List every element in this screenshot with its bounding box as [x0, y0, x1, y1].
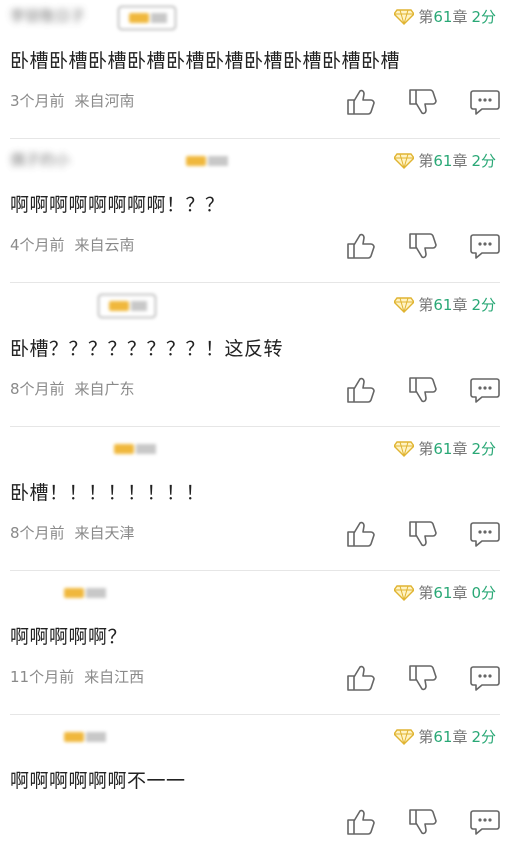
score: 2分 — [471, 440, 496, 458]
comment-text: 卧槽！！！！！！！！ — [10, 482, 206, 504]
chapter-label: 第61章 — [418, 584, 468, 602]
chapter-score: 第61章 2分 — [393, 150, 496, 171]
comment-item[interactable]: 偶子的小 第61章 2分 啊啊啊啊啊啊啊啊！？？ 4个月前 来自云南 — [0, 138, 526, 282]
comment-location: 来自广东 — [74, 380, 135, 398]
thumbs-up-icon[interactable] — [346, 88, 376, 116]
thumbs-up-icon[interactable] — [346, 808, 376, 836]
comment-text: 啊啊啊啊啊啊不一一 — [10, 770, 186, 792]
comment-bubble-icon[interactable] — [470, 808, 500, 836]
comment-item[interactable]: 第61章 2分 卧槽？？？？？？？？！这反转 8个月前 来自广东 — [0, 282, 526, 426]
comment-footer: 11个月前 来自江西 — [10, 666, 144, 687]
thumbs-down-icon[interactable] — [408, 520, 438, 548]
user-level-badge — [54, 726, 114, 748]
thumbs-up-icon[interactable] — [346, 232, 376, 260]
comment-location: 来自河南 — [74, 92, 135, 110]
comment-text: 卧槽卧槽卧槽卧槽卧槽卧槽卧槽卧槽卧槽卧槽 — [10, 50, 401, 72]
score: 0分 — [471, 584, 496, 602]
comment-footer: 8个月前 来自天津 — [10, 522, 135, 543]
user-level-badge — [118, 6, 176, 30]
diamond-gem-icon — [393, 728, 416, 745]
diamond-gem-icon — [393, 296, 416, 313]
comment-time: 8个月前 — [10, 380, 65, 398]
username[interactable]: 李锁敬日子 — [10, 5, 85, 27]
diamond-gem-icon — [393, 440, 416, 457]
chapter-score: 第61章 2分 — [393, 726, 496, 747]
comment-time: 4个月前 — [10, 236, 65, 254]
comment-bubble-icon[interactable] — [470, 520, 500, 548]
comment-location: 来自云南 — [74, 236, 135, 254]
comment-location: 来自江西 — [84, 668, 145, 686]
comment-footer: 4个月前 来自云南 — [10, 234, 135, 255]
chapter-score: 第61章 0分 — [393, 582, 496, 603]
user-level-badge — [104, 438, 164, 460]
thumbs-down-icon[interactable] — [408, 376, 438, 404]
username[interactable]: 偶子的小 — [10, 149, 70, 171]
thumbs-up-icon[interactable] — [346, 664, 376, 692]
comment-bubble-icon[interactable] — [470, 88, 500, 116]
comment-item[interactable]: 第61章 0分 啊啊啊啊啊？ 11个月前 来自江西 — [0, 570, 526, 714]
comment-item[interactable]: 第61章 2分 卧槽！！！！！！！！ 8个月前 来自天津 — [0, 426, 526, 570]
comment-time: 8个月前 — [10, 524, 65, 542]
thumbs-up-icon[interactable] — [346, 520, 376, 548]
comment-footer: 3个月前 来自河南 — [10, 90, 135, 111]
score: 2分 — [471, 728, 496, 746]
user-level-badge — [176, 150, 236, 172]
comment-item[interactable]: 李锁敬日子 第61章 2分 卧槽卧槽卧槽卧槽卧槽卧槽卧槽卧槽卧槽卧槽 3个月前来… — [0, 0, 526, 138]
chapter-label: 第61章 — [418, 728, 468, 746]
score: 2分 — [471, 8, 496, 26]
thumbs-down-icon[interactable] — [408, 88, 438, 116]
thumbs-down-icon[interactable] — [408, 232, 438, 260]
comment-text: 啊啊啊啊啊啊啊啊！？？ — [10, 194, 225, 216]
thumbs-down-icon[interactable] — [408, 808, 438, 836]
chapter-score: 第61章 2分 — [393, 6, 496, 27]
thumbs-up-icon[interactable] — [346, 376, 376, 404]
comment-footer: 8个月前 来自广东 — [10, 378, 135, 399]
comment-footer — [10, 810, 20, 828]
user-level-badge — [98, 294, 156, 318]
chapter-score: 第61章 2分 — [393, 294, 496, 315]
comment-text: 啊啊啊啊啊？ — [10, 626, 128, 648]
comment-time: 3个月前 — [10, 92, 65, 110]
chapter-label: 第61章 — [418, 152, 468, 170]
diamond-gem-icon — [393, 152, 416, 169]
diamond-gem-icon — [393, 584, 416, 601]
chapter-score: 第61章 2分 — [393, 438, 496, 459]
comment-item[interactable]: 第61章 2分 啊啊啊啊啊啊不一一 — [0, 714, 526, 858]
comment-time: 11个月前 — [10, 668, 75, 686]
user-level-badge — [54, 582, 114, 604]
chapter-label: 第61章 — [418, 296, 468, 314]
chapter-label: 第61章 — [418, 440, 468, 458]
chapter-label: 第61章 — [418, 8, 468, 26]
score: 2分 — [471, 152, 496, 170]
comment-bubble-icon[interactable] — [470, 232, 500, 260]
diamond-gem-icon — [393, 8, 416, 25]
comment-location: 来自天津 — [74, 524, 135, 542]
thumbs-down-icon[interactable] — [408, 664, 438, 692]
comment-bubble-icon[interactable] — [470, 376, 500, 404]
score: 2分 — [471, 296, 496, 314]
comment-bubble-icon[interactable] — [470, 664, 500, 692]
comment-text: 卧槽？？？？？？？？！这反转 — [10, 338, 284, 360]
